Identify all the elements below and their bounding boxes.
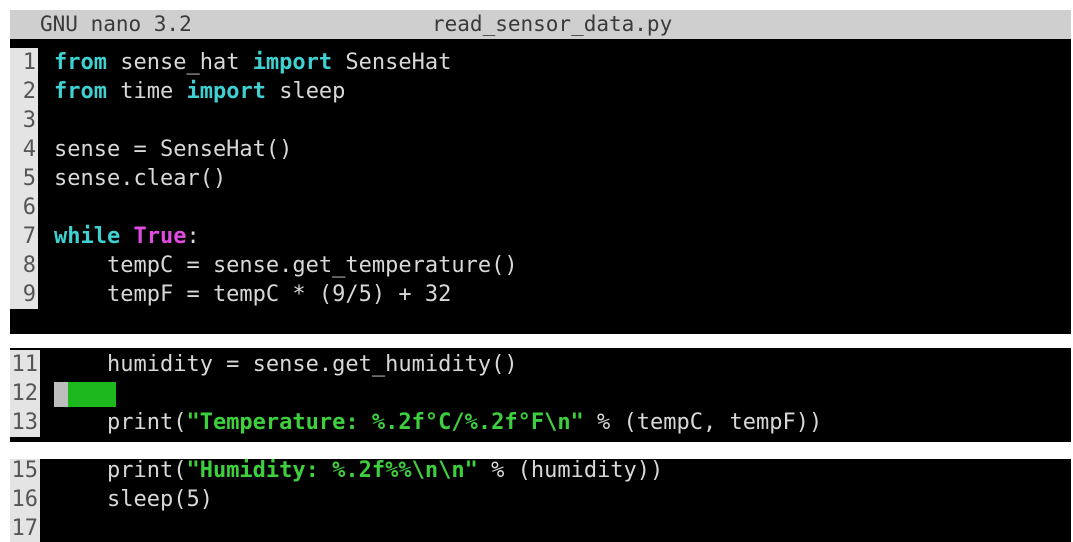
code-line-15[interactable]: 15 print("Humidity: %.2f%%\n\n" % (humid… <box>10 459 1071 485</box>
code-line-5[interactable]: 5 sense.clear() <box>10 164 1071 193</box>
code-token: print( <box>54 459 187 483</box>
line-number: 5 <box>10 164 38 193</box>
code-line-7[interactable]: 7 while True: <box>10 222 1071 251</box>
code-token: print( <box>54 410 187 435</box>
code-text[interactable]: sense.clear() <box>54 164 226 193</box>
code-text[interactable]: tempC = sense.get_temperature() <box>54 251 518 280</box>
code-text[interactable]: sense = SenseHat() <box>54 135 292 164</box>
string-token: "Humidity: %.2f%%\n\n" <box>186 459 478 483</box>
title-bar: GNU nano 3.2 read_sensor_data.py <box>10 10 1071 39</box>
code-line-4[interactable]: 4 sense = SenseHat() <box>10 135 1071 164</box>
code-line-13[interactable]: 13 print("Temperature: %.2f°C/%.2f°F\n" … <box>10 408 1071 437</box>
string-token: "Temperature: %.2f°C/%.2f°F\n" <box>186 410 584 435</box>
keyword-token: import <box>252 50 333 75</box>
code-text[interactable]: from time import sleep <box>54 77 345 106</box>
code-token: : <box>186 224 200 249</box>
code-text[interactable]: print("Temperature: %.2f°C/%.2f°F\n" % (… <box>54 408 822 437</box>
line-number: 2 <box>10 77 38 106</box>
keyword-token: from <box>54 50 107 75</box>
code-line-11[interactable]: 11 humidity = sense.get_humidity() <box>10 350 1071 379</box>
line-number: 11 <box>10 350 40 379</box>
text-cursor <box>54 382 68 407</box>
keyword-token: while <box>54 224 121 249</box>
line-number: 12 <box>10 379 40 408</box>
code-token: tempC = sense.get_temperature() <box>54 253 518 278</box>
app-name: GNU nano 3.2 <box>40 12 192 36</box>
line-number: 3 <box>10 106 38 135</box>
code-text[interactable]: print("Humidity: %.2f%%\n\n" % (humidity… <box>54 459 663 485</box>
code-line-17[interactable]: 17 <box>10 514 1071 542</box>
keyword-token: import <box>186 79 266 104</box>
constant-token: True <box>133 224 187 249</box>
code-line-1[interactable]: 1 from sense_hat import SenseHat <box>10 48 1071 77</box>
code-token: sense.clear() <box>54 166 227 191</box>
code-text[interactable]: sleep(5) <box>54 485 213 514</box>
line-number: 1 <box>10 48 38 77</box>
code-line-12[interactable]: 12 <box>10 379 1071 408</box>
line-number: 8 <box>10 251 38 280</box>
code-token: sense = SenseHat() <box>54 137 293 162</box>
code-token: % (tempC, tempF)) <box>583 410 823 435</box>
code-line-9[interactable]: 9 tempF = tempC * (9/5) + 32 <box>10 280 1071 309</box>
code-token: time <box>106 79 187 104</box>
editor-panel-top[interactable]: 1 from sense_hat import SenseHat 2 from tim… <box>10 39 1071 334</box>
line-number: 15 <box>10 459 40 485</box>
code-token: tempF = tempC * (9/5) + 32 <box>54 282 452 307</box>
code-line-3[interactable]: 3 <box>10 106 1071 135</box>
code-line-6[interactable]: 6 <box>10 193 1071 222</box>
code-token: humidity = sense.get_humidity() <box>54 352 518 377</box>
code-line-8[interactable]: 8 tempC = sense.get_temperature() <box>10 251 1071 280</box>
code-token: SenseHat <box>332 50 452 75</box>
editor-panel-middle[interactable]: 11 humidity = sense.get_humidity() 12 13 p… <box>10 348 1071 442</box>
code-text[interactable]: from sense_hat import SenseHat <box>54 48 451 77</box>
line-number: 4 <box>10 135 38 164</box>
editor-panel-bottom[interactable]: 15 print("Humidity: %.2f%%\n\n" % (humid… <box>10 459 1071 542</box>
line-number: 9 <box>10 280 38 309</box>
line-number: 17 <box>10 514 40 542</box>
code-text[interactable]: humidity = sense.get_humidity() <box>54 350 518 379</box>
code-line-16[interactable]: 16 sleep(5) <box>10 485 1071 514</box>
code-text[interactable]: while True: <box>54 222 200 251</box>
line-number: 7 <box>10 222 38 251</box>
code-text[interactable]: tempF = tempC * (9/5) + 32 <box>54 280 451 309</box>
line-number: 16 <box>10 485 40 514</box>
line-number: 6 <box>10 193 38 222</box>
code-line-2[interactable]: 2 from time import sleep <box>10 77 1071 106</box>
keyword-token: from <box>54 79 107 104</box>
code-token: sleep <box>265 79 346 104</box>
whitespace-highlight <box>68 382 116 407</box>
file-name: read_sensor_data.py <box>432 12 673 36</box>
line-number: 13 <box>10 408 40 437</box>
code-token: % (humidity)) <box>477 459 664 483</box>
code-token: sense_hat <box>106 50 253 75</box>
code-token: sleep(5) <box>54 487 213 512</box>
